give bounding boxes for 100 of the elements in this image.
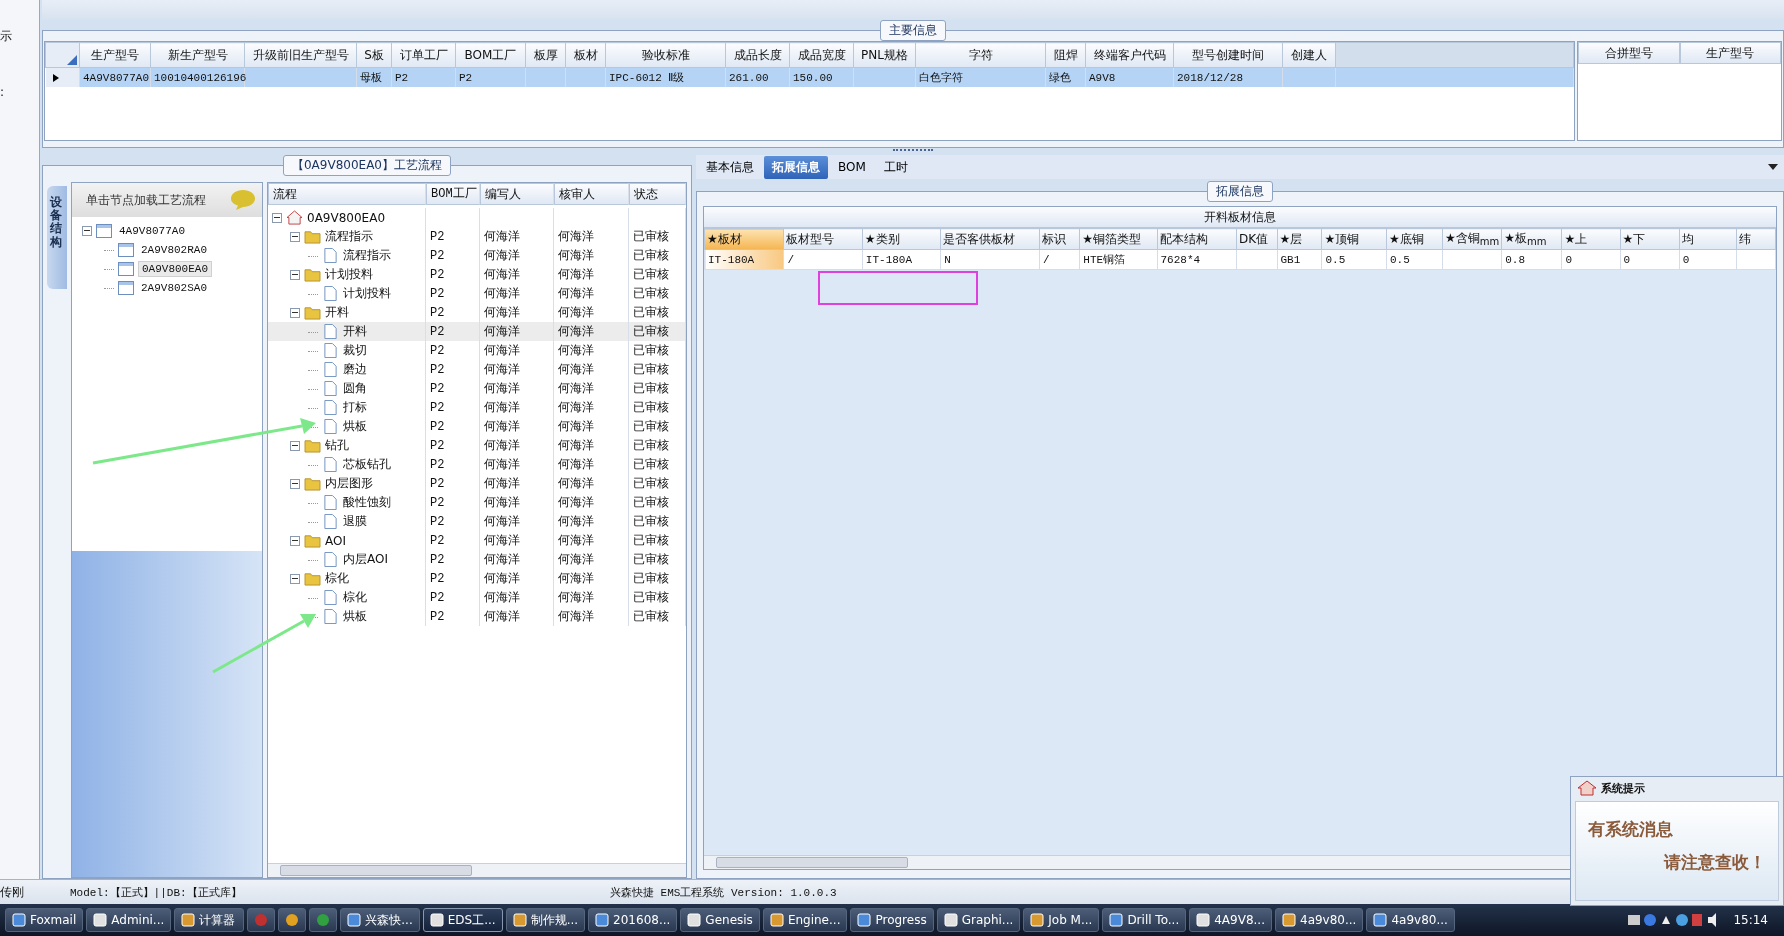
- column-header[interactable]: 板材: [565, 42, 606, 68]
- table-row[interactable]: 裁切 P2 何海洋 何海洋 已审核: [268, 341, 686, 360]
- tab[interactable]: 工时: [875, 155, 916, 179]
- column-header[interactable]: 合拼型号: [1578, 42, 1680, 64]
- column-header[interactable]: S板: [356, 42, 392, 68]
- column-header[interactable]: 纬: [1736, 228, 1776, 250]
- tab[interactable]: BOM: [830, 157, 874, 177]
- column-header[interactable]: 生产型号: [79, 42, 151, 68]
- tree-item[interactable]: 0A9V800EA0: [138, 260, 212, 277]
- column-header[interactable]: ★类别: [862, 228, 941, 250]
- column-header[interactable]: 是否客供板材: [940, 228, 1040, 250]
- table-row[interactable]: 磨边 P2 何海洋 何海洋 已审核: [268, 360, 686, 379]
- column-header[interactable]: PNL规格: [853, 42, 916, 68]
- taskbar-button[interactable]: 4A9V8...: [1189, 908, 1272, 932]
- column-header[interactable]: ★层: [1277, 228, 1322, 250]
- side-tab[interactable]: 设备结构: [47, 186, 67, 289]
- dropdown-arrow-icon[interactable]: [1768, 164, 1778, 170]
- table-row[interactable]: 计划投料 P2 何海洋 何海洋 已审核: [268, 265, 686, 284]
- table-row[interactable]: AOI P2 何海洋 何海洋 已审核: [268, 531, 686, 550]
- taskbar-button[interactable]: EDS工...: [422, 908, 503, 932]
- column-header[interactable]: 升级前旧生产型号: [244, 42, 357, 68]
- taskbar-icon-button[interactable]: [309, 908, 338, 932]
- table-cell: 何海洋: [558, 494, 594, 511]
- taskbar-button[interactable]: 计算器: [174, 908, 245, 932]
- taskbar-button[interactable]: Foxmail: [5, 908, 84, 932]
- table-row[interactable]: 开料 P2 何海洋 何海洋 已审核: [268, 322, 686, 341]
- expander-icon[interactable]: [290, 440, 300, 451]
- column-header[interactable]: 阻焊: [1045, 42, 1086, 68]
- expander-icon[interactable]: [290, 269, 300, 280]
- table-row[interactable]: 芯板钻孔 P2 何海洋 何海洋 已审核: [268, 455, 686, 474]
- column-header[interactable]: 字符: [915, 42, 1046, 68]
- column-header[interactable]: ★含铜$_{mm}$: [1442, 228, 1502, 250]
- column-header[interactable]: 生产型号: [1679, 42, 1781, 64]
- column-header[interactable]: ★铜箔类型: [1079, 228, 1157, 250]
- column-header[interactable]: 标识: [1039, 228, 1080, 250]
- column-header[interactable]: 订单工厂: [391, 42, 456, 68]
- column-header[interactable]: 成品宽度: [789, 42, 854, 68]
- tree-item[interactable]: 4A9V8077A0: [116, 223, 188, 238]
- column-header[interactable]: 核审人: [554, 183, 629, 205]
- column-header[interactable]: 板材型号: [783, 228, 863, 250]
- expander-icon[interactable]: [290, 535, 300, 546]
- column-header[interactable]: 流程: [268, 183, 426, 205]
- column-header[interactable]: ★底铜: [1386, 228, 1443, 250]
- tree-item[interactable]: 2A9V802RA0: [138, 242, 210, 257]
- table-row[interactable]: 流程指示 P2 何海洋 何海洋 已审核: [268, 246, 686, 265]
- table-row[interactable]: 0A9V800EA0: [268, 208, 686, 227]
- table-row[interactable]: 打标 P2 何海洋 何海洋 已审核: [268, 398, 686, 417]
- table-row[interactable]: 退膜 P2 何海洋 何海洋 已审核: [268, 512, 686, 531]
- column-header[interactable]: ★板$_{mm}$: [1501, 228, 1562, 250]
- taskbar-button[interactable]: Job M...: [1023, 908, 1100, 932]
- column-header[interactable]: ★下: [1620, 228, 1680, 250]
- column-header[interactable]: 板厚: [525, 42, 566, 68]
- expander-icon[interactable]: [272, 212, 282, 223]
- expander-icon[interactable]: [82, 225, 92, 236]
- table-row[interactable]: 内层AOI P2 何海洋 何海洋 已审核: [268, 550, 686, 569]
- taskbar-button[interactable]: Engine...: [762, 908, 848, 932]
- column-header[interactable]: 新生产型号: [150, 42, 245, 68]
- taskbar-button[interactable]: 201608...: [588, 908, 678, 932]
- column-header[interactable]: 成品长度: [725, 42, 790, 68]
- column-header[interactable]: 状态: [629, 183, 686, 205]
- expander-icon[interactable]: [290, 231, 300, 242]
- expander-icon[interactable]: [290, 307, 300, 318]
- column-header[interactable]: 验收标准: [605, 42, 726, 68]
- taskbar-button[interactable]: 兴森快...: [340, 908, 420, 932]
- taskbar-button[interactable]: Progress: [850, 908, 934, 932]
- table-row[interactable]: 钻孔 P2 何海洋 何海洋 已审核: [268, 436, 686, 455]
- taskbar-button[interactable]: 4a9v80...: [1366, 908, 1455, 932]
- column-header[interactable]: 编写人: [480, 183, 554, 205]
- column-header[interactable]: DK值: [1236, 228, 1277, 250]
- column-header[interactable]: BOM工厂: [455, 42, 526, 68]
- taskbar-icon-button[interactable]: [278, 908, 307, 932]
- column-header[interactable]: 型号创建时间: [1173, 42, 1283, 68]
- column-header[interactable]: BOM工厂: [426, 183, 480, 205]
- tab[interactable]: 基本信息: [698, 155, 762, 179]
- column-header[interactable]: ★上: [1561, 228, 1621, 250]
- taskbar-button[interactable]: Drill To...: [1102, 908, 1187, 932]
- horizontal-scrollbar[interactable]: [268, 863, 686, 877]
- table-row[interactable]: 内层图形 P2 何海洋 何海洋 已审核: [268, 474, 686, 493]
- tab[interactable]: 拓展信息: [764, 155, 828, 179]
- column-header[interactable]: 创建人: [1282, 42, 1336, 68]
- table-row[interactable]: 4A9V8077A0 10010400126196 母板 P2 P2 IPC-6012 Ⅱ级 261.00 150.00 白色字符 绿色 A9V8 2018/12/28: [45, 67, 1574, 87]
- table-row[interactable]: 棕化 P2 何海洋 何海洋 已审核: [268, 569, 686, 588]
- expander-icon[interactable]: [290, 478, 300, 489]
- tree-item[interactable]: 2A9V802SA0: [138, 280, 210, 295]
- column-header[interactable]: ★顶铜: [1321, 228, 1387, 250]
- table-row[interactable]: 流程指示 P2 何海洋 何海洋 已审核: [268, 227, 686, 246]
- column-header[interactable]: 均: [1679, 228, 1737, 250]
- table-row[interactable]: 棕化 P2 何海洋 何海洋 已审核: [268, 588, 686, 607]
- taskbar-button[interactable]: 制作规...: [505, 908, 586, 932]
- column-header[interactable]: 终端客户代码: [1085, 42, 1174, 68]
- table-row[interactable]: 计划投料 P2 何海洋 何海洋 已审核: [268, 284, 686, 303]
- taskbar-button[interactable]: Genesis: [680, 908, 760, 932]
- table-row[interactable]: 酸性蚀刻 P2 何海洋 何海洋 已审核: [268, 493, 686, 512]
- taskbar-button[interactable]: 4a9v80...: [1275, 908, 1364, 932]
- column-header[interactable]: 配本结构: [1157, 228, 1237, 250]
- expander-icon[interactable]: [290, 573, 300, 584]
- table-row[interactable]: 圆角 P2 何海洋 何海洋 已审核: [268, 379, 686, 398]
- taskbar-button[interactable]: Graphi...: [936, 908, 1021, 932]
- column-header[interactable]: ★板材: [704, 228, 784, 250]
- taskbar-button[interactable]: Admini...: [86, 908, 172, 932]
